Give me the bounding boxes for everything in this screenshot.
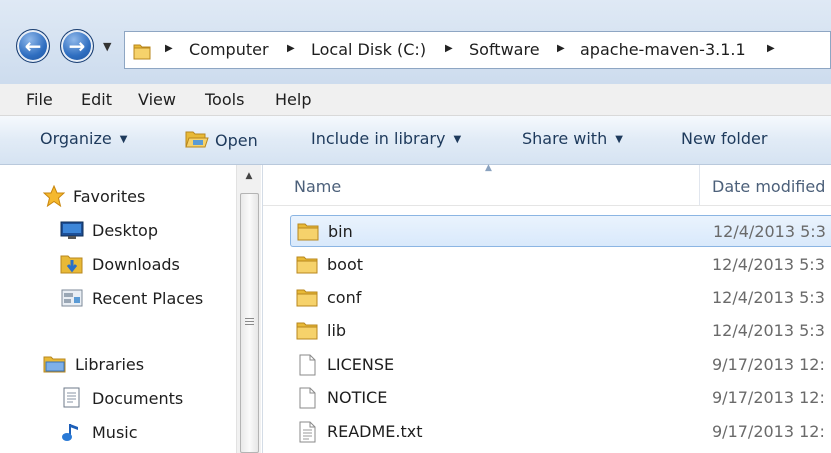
column-divider[interactable] [699,165,700,205]
nav-music[interactable]: Music [60,420,138,444]
address-field[interactable]: ▶ Computer ▶ Local Disk (C:) ▶ Software … [124,31,831,69]
scrollbar-thumb[interactable] [240,193,259,453]
file-icon [296,387,318,413]
menu-help[interactable]: Help [275,90,311,109]
nav-libraries-label: Libraries [75,354,145,374]
file-row-lib[interactable]: lib 12/4/2013 5:3 [290,315,831,347]
star-icon [43,185,65,207]
nav-scrollbar[interactable]: ▲ [236,165,261,453]
nav-favorites-label: Favorites [73,186,146,206]
file-name: bin [328,222,353,241]
file-row-license[interactable]: LICENSE 9/17/2013 12: [290,349,831,381]
forward-button[interactable]: → [60,29,94,63]
menu-view[interactable]: View [138,90,176,109]
column-name[interactable]: Name [294,177,341,196]
chevron-down-icon: ▼ [615,134,623,145]
breadcrumb-local-disk[interactable]: Local Disk (C:) [311,40,426,59]
nav-favorites[interactable]: Favorites [43,184,145,208]
share-with-label: Share with [522,129,608,148]
organize-button[interactable]: Organize ▼ [40,129,127,148]
menu-tools[interactable]: Tools [205,90,244,109]
address-bar: ← → ▼ ▶ Computer ▶ Local Disk (C:) ▶ Sof… [0,0,831,84]
nav-documents[interactable]: Documents [60,386,183,410]
file-date: 9/17/2013 12: [712,355,825,374]
file-date: 12/4/2013 5:3 [712,288,825,307]
new-folder-button[interactable]: New folder [681,129,767,148]
arrow-right-icon: → [68,34,86,58]
text-file-icon [296,421,318,447]
file-name: NOTICE [327,388,388,407]
menu-edit[interactable]: Edit [81,90,112,109]
open-label: Open [215,131,258,150]
navigation-pane: Favorites Desktop Downloads Recent Place… [0,165,263,453]
breadcrumb-separator-icon[interactable]: ▶ [287,43,295,54]
open-button[interactable]: Open [185,129,258,153]
file-row-boot[interactable]: boot 12/4/2013 5:3 [290,249,831,281]
sort-ascending-icon: ▲ [485,163,492,173]
file-date: 12/4/2013 5:3 [712,321,825,340]
include-in-library-label: Include in library [311,129,446,148]
nav-recent-places-label: Recent Places [92,288,204,308]
share-with-button[interactable]: Share with ▼ [522,129,623,148]
file-date: 9/17/2013 12: [712,422,825,441]
file-row-readme[interactable]: README.txt 9/17/2013 12: [290,416,831,448]
scroll-up-arrow-icon[interactable]: ▲ [237,165,261,187]
chevron-down-icon: ▼ [119,134,128,145]
recent-places-icon [60,287,84,309]
downloads-icon [60,253,84,275]
folder-icon [296,287,318,311]
nav-documents-label: Documents [92,388,184,408]
music-icon [60,421,84,443]
file-date: 9/17/2013 12: [712,388,825,407]
recent-pages-dropdown[interactable]: ▼ [103,40,111,53]
organize-label: Organize [40,129,112,148]
file-date: 12/4/2013 5:3 [713,222,826,241]
desktop-icon [60,220,84,240]
file-icon [296,354,318,380]
file-row-bin[interactable]: bin 12/4/2013 5:3 [290,215,831,247]
column-header: ▲ Name Date modified [263,163,831,206]
breadcrumb-apache-maven[interactable]: apache-maven-3.1.1 [580,40,746,59]
breadcrumb-separator-icon[interactable]: ▶ [767,43,775,54]
folder-icon [296,320,318,344]
documents-icon [60,387,84,409]
column-date-modified[interactable]: Date modified [712,177,825,196]
back-button[interactable]: ← [16,29,50,63]
libraries-icon [43,353,67,375]
nav-downloads-label: Downloads [92,254,180,274]
menu-bar: File Edit View Tools Help [0,84,831,116]
file-date: 12/4/2013 5:3 [712,255,825,274]
command-bar: Organize ▼ Open Include in library ▼ Share… [0,116,831,165]
breadcrumb-software[interactable]: Software [469,40,540,59]
include-in-library-button[interactable]: Include in library ▼ [311,129,461,148]
file-name: conf [327,288,362,307]
open-folder-icon [185,129,209,153]
file-list: ▲ Name Date modified bin 12/4/2013 5:3 b… [263,163,831,453]
folder-icon [133,41,151,65]
file-row-notice[interactable]: NOTICE 9/17/2013 12: [290,382,831,414]
nav-downloads[interactable]: Downloads [60,252,180,276]
nav-recent-places[interactable]: Recent Places [60,286,203,310]
chevron-down-icon: ▼ [453,134,462,145]
file-row-conf[interactable]: conf 12/4/2013 5:3 [290,282,831,314]
menu-file[interactable]: File [26,90,53,109]
breadcrumb-computer[interactable]: Computer [189,40,269,59]
folder-icon [296,254,318,278]
breadcrumb-separator-icon[interactable]: ▶ [165,43,173,54]
breadcrumb-separator-icon[interactable]: ▶ [557,43,565,54]
folder-icon [297,221,319,245]
file-name: README.txt [327,422,423,441]
nav-libraries[interactable]: Libraries [43,352,144,376]
file-name: LICENSE [327,355,395,374]
file-name: boot [327,255,364,274]
file-name: lib [327,321,347,340]
arrow-left-icon: ← [24,34,42,58]
nav-desktop-label: Desktop [92,220,158,240]
breadcrumb-separator-icon[interactable]: ▶ [445,43,453,54]
nav-desktop[interactable]: Desktop [60,218,158,242]
grip-icon [245,318,254,326]
nav-music-label: Music [92,422,138,442]
